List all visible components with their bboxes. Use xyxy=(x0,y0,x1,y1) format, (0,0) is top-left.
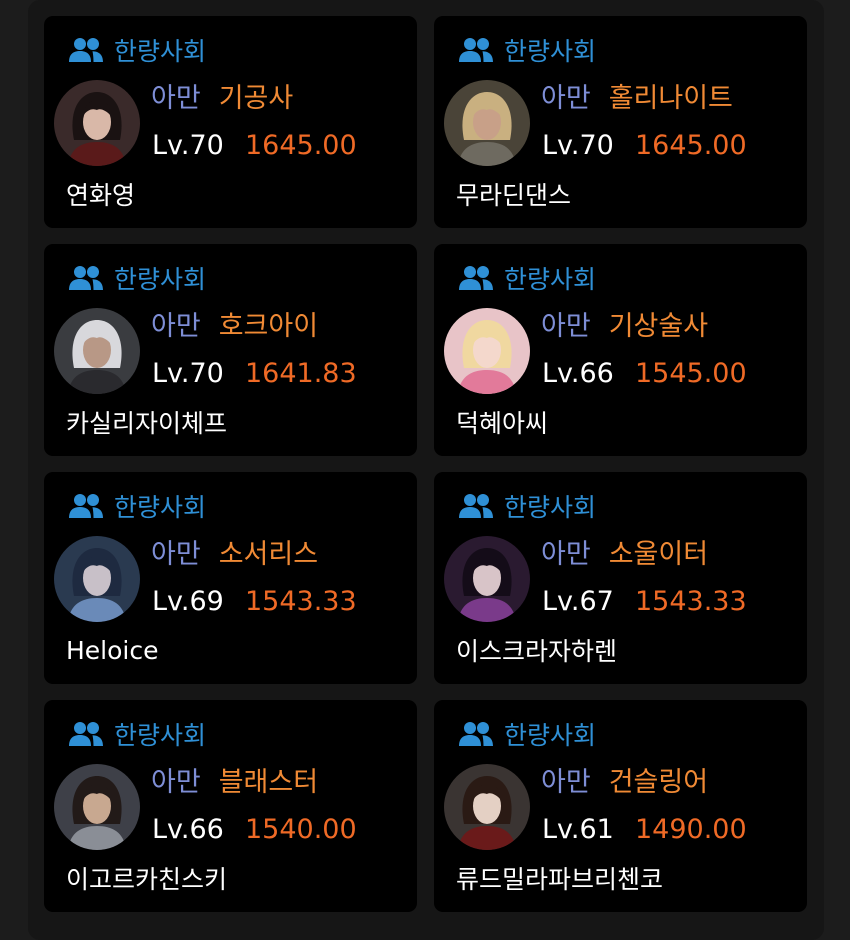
character-name: 무라딘댄스 xyxy=(456,181,572,210)
item-level: 1545.00 xyxy=(635,357,747,389)
server-name: 아만 xyxy=(541,310,591,342)
character-level: Lv.69 xyxy=(152,585,224,617)
character-card[interactable]: 한량사회 아만 홀리나이트 Lv.70 1645.00 무라딘댄스 xyxy=(434,16,807,228)
guild-name: 한량사회 xyxy=(114,37,207,66)
guild-row: 한량사회 xyxy=(68,34,206,66)
character-avatar xyxy=(54,80,140,166)
character-avatar xyxy=(54,536,140,622)
level-row: Lv.66 1545.00 xyxy=(542,356,747,390)
server-name: 아만 xyxy=(541,766,591,798)
class-name: 기상술사 xyxy=(608,310,709,342)
server-name: 아만 xyxy=(151,766,201,798)
group-icon xyxy=(458,721,494,747)
class-name: 블래스터 xyxy=(218,766,319,798)
group-icon xyxy=(68,721,104,747)
server-class-row: 아만 기상술사 xyxy=(541,306,709,342)
character-level: Lv.67 xyxy=(542,585,614,617)
item-level: 1543.33 xyxy=(635,585,747,617)
character-name: 카실리자이체프 xyxy=(66,409,228,438)
group-icon xyxy=(68,493,104,519)
server-class-row: 아만 기공사 xyxy=(151,78,294,114)
character-level: Lv.66 xyxy=(152,813,224,845)
class-name: 소울이터 xyxy=(608,538,709,570)
character-card[interactable]: 한량사회 아만 기상술사 Lv.66 1545.00 덕혜아씨 xyxy=(434,244,807,456)
character-card[interactable]: 한량사회 아만 블래스터 Lv.66 1540.00 이고르카친스키 xyxy=(44,700,417,912)
item-level: 1543.33 xyxy=(245,585,357,617)
guild-row: 한량사회 xyxy=(458,718,596,750)
character-grid: 한량사회 아만 기공사 Lv.70 1645.00 연화영 한량사회 아만 홀리… xyxy=(44,16,807,912)
character-avatar xyxy=(444,764,530,850)
guild-name: 한량사회 xyxy=(504,721,597,750)
character-name: 이고르카친스키 xyxy=(66,865,228,894)
character-card[interactable]: 한량사회 아만 소울이터 Lv.67 1543.33 이스크라자하렌 xyxy=(434,472,807,684)
server-class-row: 아만 소울이터 xyxy=(541,534,709,570)
character-card[interactable]: 한량사회 아만 건슬링어 Lv.61 1490.00 류드밀라파브리첸코 xyxy=(434,700,807,912)
character-avatar xyxy=(444,80,530,166)
guild-name: 한량사회 xyxy=(114,721,207,750)
character-avatar xyxy=(444,308,530,394)
guild-name: 한량사회 xyxy=(504,265,597,294)
character-level: Lv.70 xyxy=(152,129,224,161)
character-level: Lv.70 xyxy=(152,357,224,389)
guild-row: 한량사회 xyxy=(458,262,596,294)
character-avatar xyxy=(54,308,140,394)
level-row: Lv.66 1540.00 xyxy=(152,812,357,846)
group-icon xyxy=(68,37,104,63)
guild-row: 한량사회 xyxy=(458,490,596,522)
server-class-row: 아만 소서리스 xyxy=(151,534,319,570)
item-level: 1490.00 xyxy=(635,813,747,845)
class-name: 건슬링어 xyxy=(608,766,709,798)
item-level: 1641.83 xyxy=(245,357,357,389)
guild-row: 한량사회 xyxy=(68,490,206,522)
character-avatar xyxy=(444,536,530,622)
character-card[interactable]: 한량사회 아만 소서리스 Lv.69 1543.33 Heloice xyxy=(44,472,417,684)
level-row: Lv.70 1645.00 xyxy=(542,128,747,162)
server-name: 아만 xyxy=(541,82,591,114)
server-class-row: 아만 건슬링어 xyxy=(541,762,709,798)
server-name: 아만 xyxy=(151,538,201,570)
guild-row: 한량사회 xyxy=(68,262,206,294)
class-name: 소서리스 xyxy=(218,538,319,570)
class-name: 호크아이 xyxy=(218,310,319,342)
item-level: 1540.00 xyxy=(245,813,357,845)
class-name: 기공사 xyxy=(218,82,294,114)
character-level: Lv.61 xyxy=(542,813,614,845)
guild-row: 한량사회 xyxy=(458,34,596,66)
character-name: 덕혜아씨 xyxy=(456,409,549,438)
item-level: 1645.00 xyxy=(635,129,747,161)
guild-row: 한량사회 xyxy=(68,718,206,750)
character-name: Heloice xyxy=(66,635,159,665)
level-row: Lv.70 1641.83 xyxy=(152,356,357,390)
group-icon xyxy=(458,37,494,63)
server-class-row: 아만 블래스터 xyxy=(151,762,319,798)
guild-name: 한량사회 xyxy=(504,493,597,522)
level-row: Lv.67 1543.33 xyxy=(542,584,747,618)
character-card[interactable]: 한량사회 아만 호크아이 Lv.70 1641.83 카실리자이체프 xyxy=(44,244,417,456)
group-icon xyxy=(68,265,104,291)
server-name: 아만 xyxy=(151,82,201,114)
level-row: Lv.61 1490.00 xyxy=(542,812,747,846)
item-level: 1645.00 xyxy=(245,129,357,161)
character-name: 이스크라자하렌 xyxy=(456,637,618,666)
character-avatar xyxy=(54,764,140,850)
character-level: Lv.70 xyxy=(542,129,614,161)
character-name: 연화영 xyxy=(66,181,136,210)
guild-name: 한량사회 xyxy=(114,265,207,294)
character-level: Lv.66 xyxy=(542,357,614,389)
server-name: 아만 xyxy=(151,310,201,342)
character-card[interactable]: 한량사회 아만 기공사 Lv.70 1645.00 연화영 xyxy=(44,16,417,228)
group-icon xyxy=(458,265,494,291)
class-name: 홀리나이트 xyxy=(608,82,733,114)
server-name: 아만 xyxy=(541,538,591,570)
server-class-row: 아만 호크아이 xyxy=(151,306,319,342)
level-row: Lv.70 1645.00 xyxy=(152,128,357,162)
guild-name: 한량사회 xyxy=(114,493,207,522)
group-icon xyxy=(458,493,494,519)
level-row: Lv.69 1543.33 xyxy=(152,584,357,618)
guild-name: 한량사회 xyxy=(504,37,597,66)
character-name: 류드밀라파브리첸코 xyxy=(456,865,664,894)
server-class-row: 아만 홀리나이트 xyxy=(541,78,733,114)
